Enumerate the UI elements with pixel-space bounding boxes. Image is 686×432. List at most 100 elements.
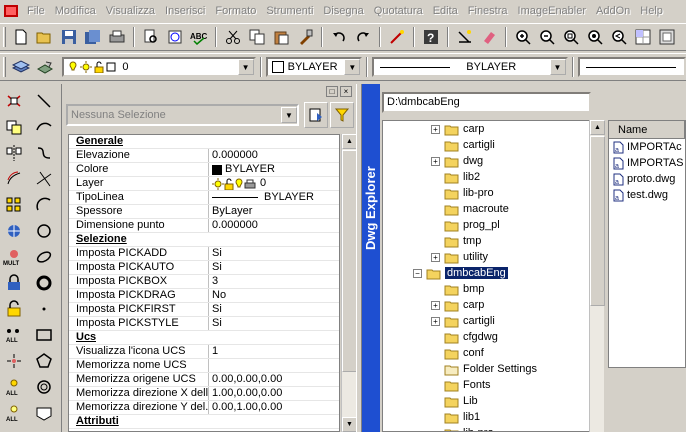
property-value[interactable]: 3 [209,275,339,288]
property-value[interactable]: 0.000000 [209,149,339,162]
construction-line-icon[interactable] [32,167,56,191]
category-header[interactable]: Selezione [69,233,339,247]
bulb-all-icon[interactable]: ALL [2,401,26,425]
menu-modifica[interactable]: Modifica [55,5,96,17]
menu-addon[interactable]: AddOn [596,5,630,17]
tree-node[interactable]: lib-pro [431,425,494,431]
lineweight-dropdown[interactable] [577,57,686,77]
scroll-up-icon[interactable]: ▲ [590,120,605,135]
toolbar-grip[interactable] [3,27,6,47]
property-value[interactable] [209,359,339,372]
ring-icon[interactable] [32,375,56,399]
menu-visualizza[interactable]: Visualizza [106,5,155,17]
property-value[interactable]: 1.00,0.00,0.00 [209,387,339,400]
plot-icon[interactable] [164,26,186,48]
sun-all-icon[interactable]: ALL [2,375,26,399]
layers-icon[interactable] [10,56,32,78]
category-header[interactable]: Generale [69,135,339,149]
file-item[interactable]: a IMPORTAS [609,155,685,171]
property-row[interactable]: Dimensione punto 0.000000 [69,219,339,233]
file-item[interactable]: a proto.dwg [609,171,685,187]
property-row[interactable]: Memorizza nome UCS [69,359,339,373]
menu-file[interactable]: File [27,5,45,17]
property-row[interactable]: Spessore ByLayer [69,205,339,219]
column-header-name[interactable]: Name [609,121,685,139]
offset-icon[interactable] [2,167,26,191]
tree-node[interactable]: cfgdwg [431,329,498,345]
category-header[interactable]: Ucs [69,331,339,345]
property-row[interactable]: Imposta PICKADD Si [69,247,339,261]
menu-disegna[interactable]: Disegna [323,5,363,17]
dwg-explorer-titlebar[interactable]: Dwg Explorer [362,84,380,432]
expand-icon[interactable]: + [431,252,440,262]
property-row[interactable]: Memorizza origene UCS 0.00,0.00,0.00 [69,373,339,387]
property-value[interactable]: Si [209,247,339,260]
property-value[interactable]: 0 [209,177,339,190]
cut-icon[interactable] [222,26,244,48]
zoom-in-icon[interactable] [512,26,534,48]
collapse-icon[interactable]: − [413,268,422,278]
tree-node[interactable]: tmp [431,233,481,249]
paste-icon[interactable] [270,26,292,48]
property-value[interactable]: BYLAYER [209,191,339,204]
property-value[interactable]: 0.000000 [209,219,339,232]
close-icon[interactable]: × [340,86,352,97]
property-row[interactable]: Elevazione 0.000000 [69,149,339,163]
expand-icon[interactable]: + [431,316,440,326]
tree-node[interactable]: Folder Settings [431,361,537,377]
spell-check-icon[interactable]: ABC [188,26,210,48]
scroll-up-icon[interactable]: ▲ [342,134,357,149]
layer-state-icon[interactable] [34,56,56,78]
tree-node[interactable]: − dmbcabEng [413,265,508,281]
donut-icon[interactable] [32,271,56,295]
zoom-extents-icon[interactable] [584,26,606,48]
toolbar-grip[interactable] [3,57,6,77]
property-row[interactable]: Imposta PICKBOX 3 [69,275,339,289]
help-icon[interactable]: ? [420,26,442,48]
property-value[interactable]: Si [209,261,339,274]
property-row[interactable]: TipoLinea BYLAYER [69,191,339,205]
tree-node[interactable]: lib2 [431,169,480,185]
file-item[interactable]: a test.dwg [609,187,685,203]
property-value[interactable]: Si [209,317,339,330]
zoom-out-icon[interactable] [536,26,558,48]
path-field[interactable]: D:\dmbcabEng [382,92,591,113]
tree-node[interactable]: conf [431,345,484,361]
zoom-window-icon[interactable] [560,26,582,48]
lock-icon[interactable] [2,271,26,295]
unlock-icon[interactable] [2,297,26,321]
point-icon[interactable] [32,297,56,321]
print-icon[interactable] [106,26,128,48]
property-value[interactable]: Si [209,303,339,316]
tree-node[interactable]: bmp [431,281,484,297]
new-icon[interactable] [10,26,32,48]
property-row[interactable]: Imposta PICKSTYLE Si [69,317,339,331]
select-all-icon[interactable]: ALL [2,323,26,347]
move-icon[interactable] [2,219,26,243]
line-draw-icon[interactable] [386,26,408,48]
view-icon[interactable] [656,26,678,48]
copy-icon[interactable] [246,26,268,48]
menu-finestra[interactable]: Finestra [468,5,508,17]
linetype-dropdown[interactable]: BYLAYER ▼ [372,57,568,77]
menu-help[interactable]: Help [640,5,663,17]
file-item[interactable]: a IMPORTAc [609,139,685,155]
chevron-down-icon[interactable]: ▼ [237,59,254,75]
property-row[interactable]: Colore BYLAYER [69,163,339,177]
property-value[interactable]: BYLAYER [209,163,339,176]
tree-node[interactable]: + dwg [431,153,483,169]
spline-icon[interactable] [32,141,56,165]
layer-dropdown[interactable]: 0 ▼ [62,57,256,77]
tree-node[interactable]: Fonts [431,377,491,393]
copy-object-icon[interactable] [2,115,26,139]
property-value[interactable]: 0.00,0.00,0.00 [209,373,339,386]
tree-node[interactable]: prog_pl [431,217,500,233]
match-properties-icon[interactable] [294,26,316,48]
array-icon[interactable] [2,193,26,217]
tree-node[interactable]: cartigli [431,137,495,153]
pan-icon[interactable] [454,26,476,48]
tree-node[interactable]: + carp [431,297,484,313]
tree-node[interactable]: lib-pro [431,185,494,201]
print-preview-icon[interactable] [140,26,162,48]
restore-icon[interactable]: □ [326,86,338,97]
